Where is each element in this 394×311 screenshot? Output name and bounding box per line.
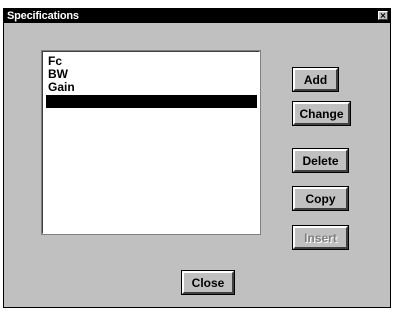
list-item-selected[interactable]: [46, 95, 257, 108]
specifications-dialog: Specifications Fc BW Gain Add Change Del…: [3, 8, 391, 308]
window-title: Specifications: [7, 10, 79, 22]
copy-button[interactable]: Copy: [292, 186, 349, 211]
close-icon[interactable]: [378, 11, 388, 20]
change-button[interactable]: Change: [292, 101, 351, 126]
insert-button: Insert: [292, 225, 349, 250]
specifications-listbox[interactable]: Fc BW Gain: [41, 50, 261, 235]
delete-button[interactable]: Delete: [292, 148, 349, 173]
list-item[interactable]: Fc: [46, 55, 257, 68]
title-bar[interactable]: Specifications: [4, 9, 390, 23]
list-item[interactable]: BW: [46, 68, 257, 81]
add-button[interactable]: Add: [292, 67, 339, 92]
close-button[interactable]: Close: [181, 270, 235, 295]
list-item[interactable]: Gain: [46, 81, 257, 94]
